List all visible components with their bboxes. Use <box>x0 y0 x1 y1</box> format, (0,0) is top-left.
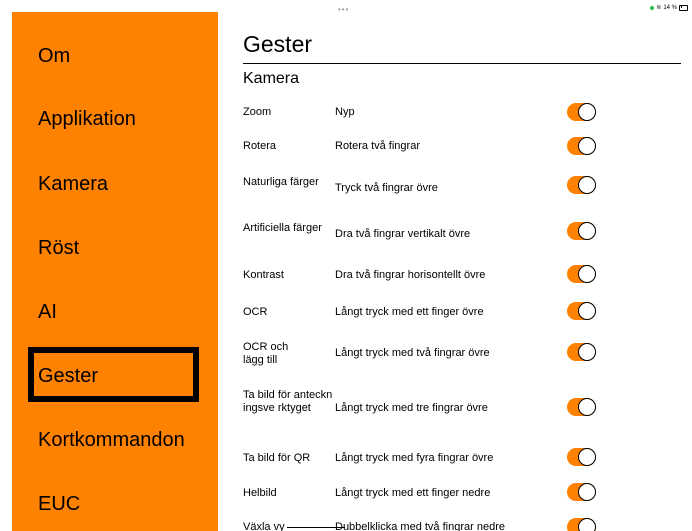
scroll-cut-divider <box>287 527 345 528</box>
gesture-toggle-kontrast[interactable] <box>567 265 596 283</box>
toggle-knob <box>578 302 596 320</box>
gesture-toggle-vaxla-vy[interactable] <box>567 518 596 531</box>
status-clock: 15:48 <box>4 4 20 10</box>
sidebar-item-ai[interactable]: AI <box>38 301 57 324</box>
gesture-toggle-zoom[interactable] <box>567 103 596 121</box>
gesture-label: Rotera <box>243 140 277 152</box>
sidebar-item-euc[interactable]: EUC <box>38 493 80 516</box>
gesture-label: Ta bild för anteckningsve rktyget <box>243 389 333 414</box>
multitasking-dots[interactable]: ••• <box>338 5 349 14</box>
gesture-toggle-ocr[interactable] <box>567 302 596 320</box>
page-title: Gester <box>243 31 313 57</box>
gesture-toggle-helbild[interactable] <box>567 483 596 501</box>
gesture-description: Dubbelklicka med två fingrar nedre <box>335 521 505 531</box>
gesture-label: Artificiella färger <box>243 222 322 234</box>
sidebar-item-applikation[interactable]: Applikation <box>38 108 136 131</box>
sidebar-item-rost[interactable]: Röst <box>38 237 79 260</box>
title-divider <box>243 63 681 64</box>
battery-percent: 14 % <box>663 4 677 11</box>
gesture-toggle-ta-bild-qr[interactable] <box>567 448 596 466</box>
sidebar-item-gester[interactable]: Gester <box>38 365 98 388</box>
toggle-knob <box>578 343 596 361</box>
toggle-knob <box>578 448 596 466</box>
status-time: 15:48 ons 12 mars <box>4 4 54 10</box>
gesture-label: Kontrast <box>243 269 284 281</box>
gesture-label: OCR och lägg till <box>243 341 289 366</box>
gesture-description: Tryck två fingrar övre <box>335 182 438 194</box>
gesture-toggle-rotera[interactable] <box>567 137 596 155</box>
toggle-knob <box>578 265 596 283</box>
gesture-label: Växla vy <box>243 521 285 531</box>
settings-screen: 15:48 ons 12 mars ••• ≋ 14 % Om Applikat… <box>0 0 692 531</box>
gesture-label: Helbild <box>243 487 277 499</box>
gesture-description: Dra två fingrar horisontellt övre <box>335 269 486 281</box>
gesture-toggle-ocr-och-lagg-till[interactable] <box>567 343 596 361</box>
gesture-label: OCR <box>243 306 268 318</box>
sidebar: Om Applikation Kamera Röst AI Gester Kor… <box>12 12 218 531</box>
toggle-knob <box>578 483 596 501</box>
gesture-description: Långt tryck med ett finger övre <box>335 306 484 318</box>
toggle-knob <box>578 176 596 194</box>
gesture-description: Långt tryck med tre fingrar övre <box>335 402 488 414</box>
toggle-knob <box>578 518 596 531</box>
toggle-knob <box>578 398 596 416</box>
sidebar-item-kortkommandon[interactable]: Kortkommandon <box>38 429 185 452</box>
sidebar-item-kamera[interactable]: Kamera <box>38 173 108 196</box>
toggle-knob <box>578 103 596 121</box>
gesture-label: Ta bild för QR <box>243 452 311 464</box>
toggle-knob <box>578 137 596 155</box>
gesture-toggle-naturliga-farger[interactable] <box>567 176 596 194</box>
gesture-toggle-artificiella-farger[interactable] <box>567 222 596 240</box>
gesture-description: Rotera två fingrar <box>335 140 420 152</box>
sidebar-item-om[interactable]: Om <box>38 45 70 68</box>
gesture-label: Zoom <box>243 106 272 118</box>
gesture-description: Långt tryck med fyra fingrar övre <box>335 452 494 464</box>
gesture-description: Dra två fingrar vertikalt övre <box>335 228 471 240</box>
wifi-icon: ≋ <box>656 5 662 11</box>
toggle-knob <box>578 222 596 240</box>
gesture-description: Långt tryck med två fingrar övre <box>335 347 490 359</box>
gesture-description: Långt tryck med ett finger nedre <box>335 487 491 499</box>
gesture-description: Nyp <box>335 106 355 118</box>
status-indicators: ≋ 14 % <box>650 4 688 11</box>
green-dot-icon <box>650 5 655 10</box>
status-date: ons 12 mars <box>20 4 54 10</box>
gesture-toggle-ta-bild-anteckning[interactable] <box>567 398 596 416</box>
section-header-kamera: Kamera <box>243 70 300 87</box>
battery-icon <box>679 4 688 11</box>
gesture-label: Naturliga färger <box>243 176 319 188</box>
